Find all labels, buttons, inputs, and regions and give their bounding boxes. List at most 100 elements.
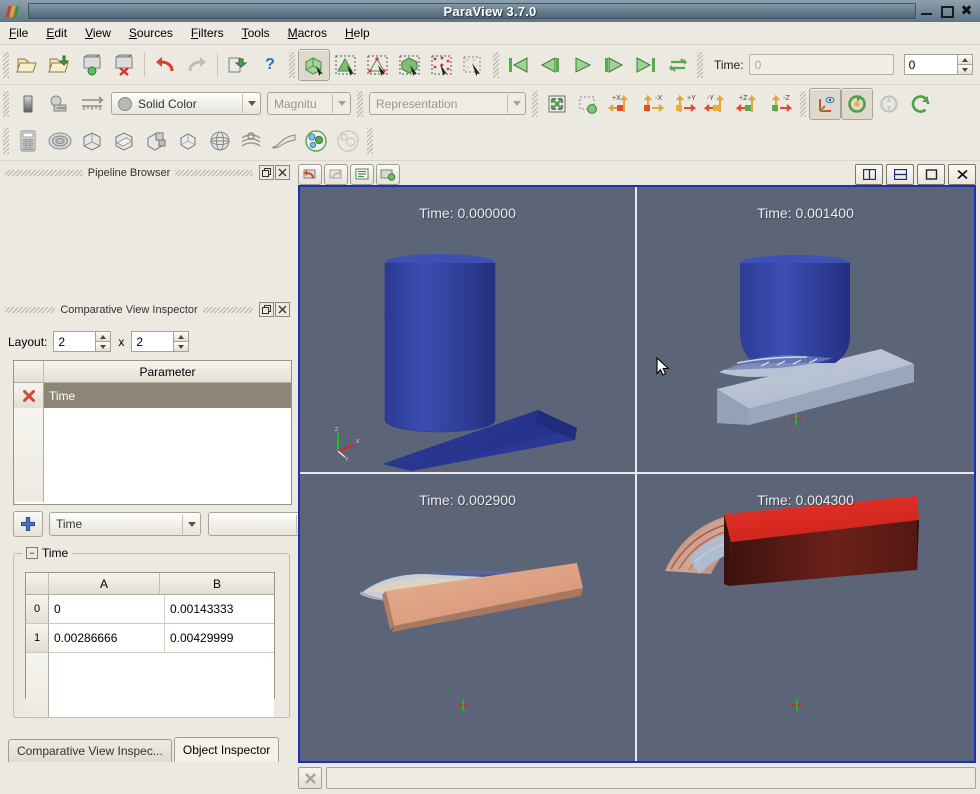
time-values-table[interactable]: A B 0 0 0.00143333 1 0.00286666 0.004299… bbox=[25, 572, 275, 717]
component-combo[interactable]: Magnitu bbox=[267, 92, 351, 115]
rescale-range-icon[interactable] bbox=[44, 88, 76, 120]
toolbar-grip[interactable] bbox=[3, 51, 9, 78]
redo-icon[interactable] bbox=[181, 49, 213, 81]
set-view-minus-z-icon[interactable]: -Z bbox=[765, 88, 797, 120]
zoom-to-data-icon[interactable] bbox=[573, 88, 605, 120]
maximize-view-icon[interactable] bbox=[917, 163, 945, 185]
extract-level-filter-icon[interactable] bbox=[332, 125, 364, 157]
render-view-1[interactable]: X Z Y Time: 0.000000 bbox=[300, 187, 637, 474]
render-view-2[interactable]: Time: 0.001400 bbox=[637, 187, 974, 474]
loop-button[interactable] bbox=[662, 49, 694, 81]
calculator-filter-icon[interactable] bbox=[12, 125, 44, 157]
toolbar-grip-2[interactable] bbox=[289, 51, 295, 78]
cvi-undock-icon[interactable] bbox=[259, 302, 274, 317]
set-view-plus-x-icon[interactable]: +X bbox=[605, 88, 637, 120]
select-block-icon[interactable] bbox=[458, 49, 490, 81]
save-data-icon[interactable] bbox=[76, 49, 108, 81]
next-frame-button[interactable] bbox=[598, 49, 630, 81]
dock-grip-3[interactable] bbox=[5, 306, 56, 313]
rescale-custom-range-icon[interactable] bbox=[76, 88, 108, 120]
toolbar-grip-10[interactable] bbox=[367, 128, 373, 154]
abort-button[interactable] bbox=[298, 767, 322, 789]
help-icon[interactable]: ? bbox=[254, 49, 286, 81]
pipeline-undock-icon[interactable] bbox=[259, 165, 275, 180]
select-surface-cells-icon[interactable] bbox=[394, 49, 426, 81]
parameter-select-combo[interactable]: Time bbox=[49, 512, 201, 536]
menu-macros[interactable]: Macros bbox=[279, 24, 336, 42]
clip-filter-icon[interactable] bbox=[76, 125, 108, 157]
time-cell-b[interactable]: 0.00429999 bbox=[165, 624, 274, 652]
tab-object-inspector[interactable]: Object Inspector bbox=[173, 737, 280, 762]
previous-frame-button[interactable] bbox=[534, 49, 566, 81]
table-row[interactable]: 1 0.00286666 0.00429999 bbox=[26, 624, 274, 653]
menu-edit[interactable]: Edit bbox=[37, 24, 76, 42]
color-by-chevron-down-icon[interactable] bbox=[242, 94, 260, 113]
parameter-select-chevron-down-icon[interactable] bbox=[182, 514, 200, 534]
pipeline-close-icon[interactable] bbox=[275, 165, 291, 180]
reset-center-icon[interactable] bbox=[841, 87, 873, 120]
extract-subset-filter-icon[interactable] bbox=[172, 125, 204, 157]
component-chevron-down-icon[interactable] bbox=[332, 94, 350, 113]
color-by-combo[interactable]: Solid Color bbox=[111, 92, 261, 115]
pick-center-icon[interactable] bbox=[873, 88, 905, 120]
threshold-filter-icon[interactable] bbox=[140, 125, 172, 157]
select-points-through-icon[interactable] bbox=[362, 49, 394, 81]
minimize-button[interactable] bbox=[920, 5, 933, 18]
menu-filters[interactable]: Filters bbox=[182, 24, 233, 42]
reset-camera-icon[interactable] bbox=[541, 88, 573, 120]
layout-cols-value[interactable]: 2 bbox=[131, 331, 174, 352]
delete-parameter-button[interactable] bbox=[14, 383, 44, 408]
tab-comparative-view-inspector[interactable]: Comparative View Inspec... bbox=[8, 739, 172, 762]
toolbar-grip-3[interactable] bbox=[493, 51, 499, 78]
table-row[interactable]: 0 0 0.00143333 bbox=[26, 595, 274, 624]
undo-camera-icon[interactable] bbox=[298, 163, 322, 185]
layout-rows-value[interactable]: 2 bbox=[53, 331, 96, 352]
set-view-minus-x-icon[interactable]: -X bbox=[637, 88, 669, 120]
dock-grip-2[interactable] bbox=[175, 169, 254, 176]
toolbar-grip-6[interactable] bbox=[357, 90, 363, 117]
menu-help[interactable]: Help bbox=[336, 24, 379, 42]
render-view-4[interactable]: Time: 0.004300 bbox=[637, 474, 974, 761]
time-cell-b[interactable]: 0.00143333 bbox=[165, 595, 274, 623]
open-recent-icon[interactable] bbox=[44, 49, 76, 81]
time-field[interactable]: 0 bbox=[748, 54, 894, 75]
menu-file[interactable]: File bbox=[0, 24, 37, 42]
play-button[interactable] bbox=[566, 49, 598, 81]
stream-tracer-filter-icon[interactable] bbox=[236, 125, 268, 157]
select-surface-points-icon[interactable] bbox=[426, 49, 458, 81]
last-frame-button[interactable] bbox=[630, 49, 662, 81]
add-parameter-button[interactable] bbox=[13, 511, 43, 537]
slice-filter-icon[interactable] bbox=[108, 125, 140, 157]
collapse-minus-icon[interactable]: − bbox=[26, 547, 38, 559]
table-row[interactable]: Time bbox=[14, 383, 291, 408]
save-screenshot-icon[interactable] bbox=[108, 49, 140, 81]
select-points-icon[interactable] bbox=[330, 49, 362, 81]
maximize-button[interactable] bbox=[940, 5, 954, 18]
menu-view[interactable]: View bbox=[76, 24, 120, 42]
frame-stepper[interactable]: 0 bbox=[903, 54, 973, 75]
select-cells-icon[interactable] bbox=[298, 48, 330, 81]
close-view-icon[interactable] bbox=[948, 163, 976, 185]
glyph-filter-icon[interactable] bbox=[204, 125, 236, 157]
toolbar-grip-8[interactable] bbox=[800, 90, 806, 117]
time-cell-a[interactable]: 0 bbox=[49, 595, 165, 623]
dock-grip-4[interactable] bbox=[202, 306, 253, 313]
frame-up-button[interactable] bbox=[956, 54, 973, 64]
frame-value[interactable]: 0 bbox=[903, 54, 957, 75]
menu-sources[interactable]: Sources bbox=[120, 24, 182, 42]
time-cell-a[interactable]: 0.00286666 bbox=[49, 624, 165, 652]
group-datasets-filter-icon[interactable] bbox=[300, 125, 332, 157]
dock-grip[interactable] bbox=[5, 169, 83, 176]
menu-tools[interactable]: Tools bbox=[233, 24, 279, 42]
frame-down-button[interactable] bbox=[956, 64, 973, 75]
split-horizontal-icon[interactable] bbox=[855, 163, 883, 185]
first-frame-button[interactable] bbox=[502, 49, 534, 81]
toolbar-grip-4[interactable] bbox=[697, 51, 703, 78]
set-view-minus-y-icon[interactable]: -Y bbox=[701, 88, 733, 120]
undo-icon[interactable] bbox=[149, 49, 181, 81]
toolbar-grip-5[interactable] bbox=[3, 90, 9, 117]
layout-cols-stepper[interactable]: 2 bbox=[131, 331, 190, 352]
render-view-3[interactable]: Time: 0.002900 bbox=[300, 474, 637, 761]
representation-chevron-down-icon[interactable] bbox=[507, 94, 525, 113]
layout-rows-stepper[interactable]: 2 bbox=[53, 331, 112, 352]
